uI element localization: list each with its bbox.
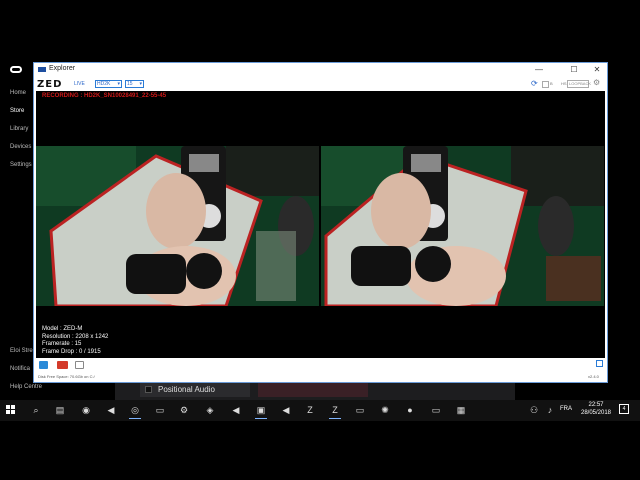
task-view-icon[interactable]: ▤ <box>52 402 68 418</box>
oculus-tile-secondary[interactable] <box>258 383 368 397</box>
notification-icon[interactable]: 4 <box>619 404 629 414</box>
people-icon[interactable]: ⚇ <box>526 402 542 418</box>
oculus-nav-help[interactable]: Help Centre <box>10 384 42 390</box>
oculus-nav-home[interactable]: Home <box>10 90 26 96</box>
language-indicator[interactable]: FRA <box>560 406 572 412</box>
oculus-logo-icon <box>10 66 22 73</box>
oculus-nav-store[interactable]: Store <box>10 108 24 114</box>
snapshot-icon[interactable] <box>39 361 48 369</box>
version-label: v2.4.0 <box>588 374 599 379</box>
info-frame-drop: Frame Drop : 0 / 1915 <box>42 348 101 355</box>
resolution-value: HD2K <box>97 81 111 87</box>
unity-icon[interactable]: ◈ <box>202 402 218 418</box>
chevron-down-icon: ▾ <box>117 81 120 87</box>
chevron-down-icon: ▾ <box>139 81 142 87</box>
zed-logo: ZED <box>37 79 63 90</box>
monitor-icon[interactable]: ▭ <box>352 402 368 418</box>
minimize-button[interactable]: — <box>528 63 550 77</box>
camera-icon[interactable] <box>75 361 84 369</box>
oculus-tile-label: Positional Audio <box>158 385 215 394</box>
oculus-nav-settings[interactable]: Settings <box>10 162 32 168</box>
tile-thumbnail-icon <box>145 386 152 393</box>
loopback-field[interactable]: LOOPBACK <box>567 80 591 88</box>
oculus-nav-devices[interactable]: Devices <box>10 144 31 150</box>
window-title: Explorer <box>49 65 76 72</box>
oculus-icon[interactable]: ▭ <box>428 402 444 418</box>
visual-studio-2-icon[interactable]: ◀ <box>278 402 294 418</box>
refresh-icon[interactable]: ⟳ <box>531 79 538 88</box>
video-viewer: RECORDING : HD2K_SN10028491_22-55-45 Mod… <box>36 91 605 358</box>
info-model: Model : ZED-M <box>42 326 83 332</box>
option-checkbox[interactable] <box>542 81 549 88</box>
info-framerate: Framerate : 15 <box>42 341 82 347</box>
record-icon[interactable] <box>57 361 68 369</box>
paint-icon[interactable]: ▣ <box>253 402 269 419</box>
lightbulb-icon[interactable]: ✺ <box>377 402 393 418</box>
info-resolution: Resolution : 2208 x 1242 <box>42 333 109 340</box>
live-label[interactable]: LIVE <box>74 81 85 87</box>
camera-info: Model : ZED-M Resolution : 2208 x 1242 F… <box>42 326 108 356</box>
app-circle-icon[interactable]: ◉ <box>78 402 94 418</box>
start-windows-icon[interactable] <box>6 405 16 415</box>
file-explorer-icon[interactable]: ▭ <box>152 402 168 418</box>
resolution-select[interactable]: HD2K ▾ <box>95 80 122 88</box>
left-camera-view <box>36 146 319 306</box>
window-app-icon[interactable]: ▦ <box>453 402 469 418</box>
search-icon[interactable]: ⌕ <box>28 402 44 418</box>
disk-free-space: Disk Free Space: 70.6Gb on C:/ <box>38 374 95 379</box>
oculus-nav-user[interactable]: Eloi Stre <box>10 348 33 354</box>
oculus-nav-library[interactable]: Library <box>10 126 28 132</box>
visual-studio-icon[interactable]: ◀ <box>228 402 244 418</box>
clock-time[interactable]: 22:57 <box>578 402 614 408</box>
checkbox-label: B <box>550 81 553 86</box>
close-button[interactable]: ✕ <box>586 63 608 77</box>
volume-icon[interactable]: ♪ <box>544 402 556 418</box>
gear-icon[interactable]: ⚙ <box>593 78 600 87</box>
right-camera-view <box>321 146 604 306</box>
firefox-icon[interactable]: ● <box>402 402 418 418</box>
maximize-button[interactable]: ☐ <box>563 63 585 77</box>
fullscreen-icon[interactable] <box>596 360 603 367</box>
zed-explorer-icon[interactable]: Z <box>327 402 343 419</box>
recording-status: RECORDING : HD2K_SN10028491_22-55-45 <box>42 93 167 99</box>
app-icon <box>38 67 46 72</box>
clock-date[interactable]: 28/05/2018 <box>576 410 616 416</box>
fps-select[interactable]: 15 ▾ <box>125 80 144 88</box>
fps-value: 15 <box>127 81 133 87</box>
desktop: Home Store Library Devices Settings Eloi… <box>0 0 640 480</box>
steam-icon[interactable]: ⚙ <box>176 402 192 418</box>
zed-explorer-window: Explorer — ☐ ✕ ZED LIVE HD2K ▾ 15 ▾ ⟳ B … <box>33 62 608 383</box>
media-player-icon[interactable]: ◀ <box>103 402 119 418</box>
title-bar[interactable] <box>34 63 607 77</box>
field-label: HS <box>561 81 567 86</box>
oculus-nav-notifications[interactable]: Notifica <box>10 366 30 372</box>
chrome-icon[interactable]: ◎ <box>127 402 143 419</box>
zed-app-icon[interactable]: Z <box>302 402 318 418</box>
status-bar <box>34 358 607 382</box>
